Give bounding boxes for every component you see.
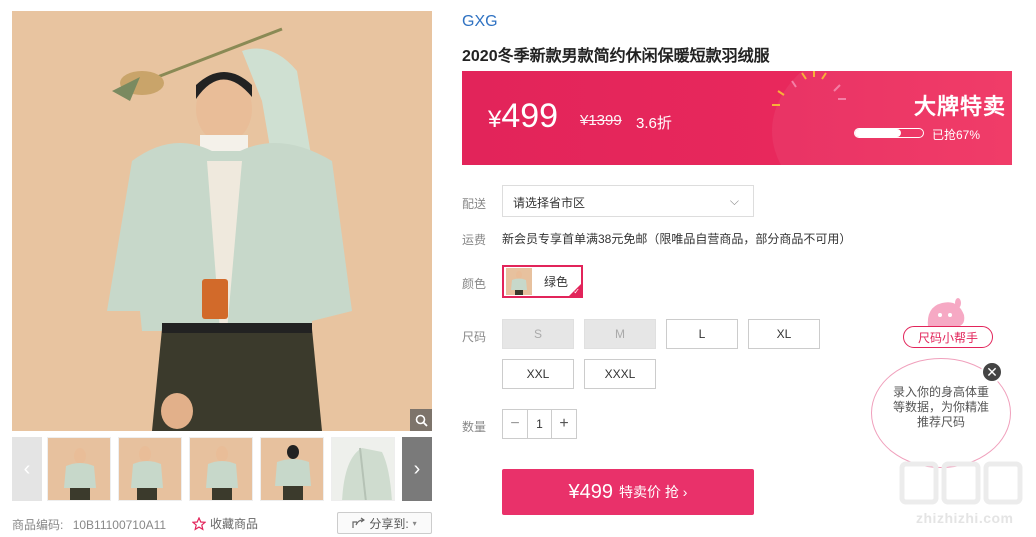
- buy-button-price: ¥499: [568, 480, 614, 503]
- color-swatch-illustration: [506, 268, 532, 295]
- buy-button[interactable]: ¥499 特卖价 抢 ›: [502, 469, 754, 515]
- favorite-button[interactable]: 收藏商品: [192, 515, 258, 532]
- thumbnail-strip: ‹ ›: [12, 437, 432, 501]
- quantity-plus-button[interactable]: +: [552, 410, 576, 438]
- quantity-label: 数量: [462, 420, 487, 434]
- address-select-value: 请选择省市区: [513, 196, 586, 210]
- address-select[interactable]: 请选择省市区 ⌵: [502, 185, 754, 217]
- sold-progress-text: 已抢67%: [932, 128, 981, 142]
- color-option-label: 绿色: [544, 275, 569, 289]
- color-label: 颜色: [462, 277, 487, 291]
- thumbnail-illustration: [48, 438, 110, 500]
- chevron-down-icon: ▾: [412, 518, 417, 528]
- color-option-green[interactable]: 绿色 ✓: [502, 265, 583, 298]
- size-label: 尺码: [462, 330, 487, 344]
- check-icon: ✓: [573, 287, 580, 296]
- main-product-image[interactable]: [12, 11, 432, 431]
- share-button[interactable]: 分享到: ▾: [337, 512, 432, 534]
- brand-link[interactable]: GXG: [462, 13, 498, 31]
- close-icon[interactable]: ✕: [981, 361, 1003, 383]
- quantity-input[interactable]: 1: [527, 410, 552, 438]
- mascot-icon: [927, 298, 965, 327]
- discount-text: 3.6折: [636, 115, 672, 132]
- currency-symbol: ¥: [488, 106, 502, 133]
- sku-value: 10B11100710A11: [72, 518, 167, 532]
- favorite-label: 收藏商品: [210, 517, 259, 531]
- sold-progress-fill: [855, 129, 901, 137]
- shipping-fee-label: 运费: [462, 233, 487, 247]
- thumbnail-5[interactable]: [331, 437, 395, 501]
- thumbnail-illustration: [119, 438, 181, 500]
- thumbnail-2[interactable]: [118, 437, 182, 501]
- thumbnail-4[interactable]: [260, 437, 324, 501]
- thumbnail-illustration: [332, 438, 394, 500]
- thumbnail-1[interactable]: [47, 437, 111, 501]
- size-option-l[interactable]: L: [666, 319, 738, 349]
- original-price: ¥1399: [580, 112, 622, 129]
- zoom-icon[interactable]: [410, 409, 432, 431]
- chevron-down-icon: ⌵: [729, 194, 739, 208]
- size-helper-button[interactable]: 尺码小帮手: [903, 326, 993, 348]
- star-icon: [192, 516, 206, 531]
- arrow-right-icon[interactable]: ›: [402, 437, 432, 501]
- sku-label: 商品编码:: [12, 518, 64, 532]
- product-title: 2020冬季新款男款简约休闲保暖短款羽绒服: [462, 48, 770, 65]
- product-photo-illustration: [12, 11, 432, 431]
- quantity-stepper: − 1 +: [502, 409, 577, 439]
- size-option-xl[interactable]: XL: [748, 319, 820, 349]
- sale-tag: 大牌特卖: [914, 94, 1007, 119]
- size-option-s[interactable]: S: [502, 319, 574, 349]
- current-price-value: 499: [501, 97, 559, 135]
- thumbnail-illustration: [190, 438, 252, 500]
- watermark-text: zhizhizhi.com: [916, 510, 1014, 526]
- thumbnail-3[interactable]: [189, 437, 253, 501]
- quantity-minus-button[interactable]: −: [503, 410, 527, 438]
- shipping-fee-text: 新会员专享首单满38元免邮（限唯品自营商品，部分商品不可用）: [502, 232, 852, 246]
- size-option-xxxl[interactable]: XXXL: [584, 359, 656, 389]
- current-price: ¥499: [488, 97, 558, 136]
- price-banner: ¥499 ¥1399 3.6折 大牌特卖 已抢67%: [462, 71, 1012, 165]
- thumbnail-illustration: [261, 438, 323, 500]
- buy-button-label: 特卖价 抢 ›: [619, 484, 688, 500]
- delivery-label: 配送: [462, 197, 487, 211]
- arrow-left-icon[interactable]: ‹: [12, 437, 42, 501]
- sold-progress-bar: [854, 128, 924, 138]
- watermark-logo: [899, 461, 1023, 505]
- size-option-m[interactable]: M: [584, 319, 656, 349]
- product-meta-row: 商品编码: 10B11100710A11 收藏商品 分享到: ▾: [12, 512, 432, 534]
- size-option-xxl[interactable]: XXL: [502, 359, 574, 389]
- share-icon: [352, 517, 366, 528]
- sku-info: 商品编码: 10B11100710A11: [12, 516, 166, 533]
- color-swatch-image: [506, 268, 532, 295]
- share-label: 分享到:: [369, 516, 409, 531]
